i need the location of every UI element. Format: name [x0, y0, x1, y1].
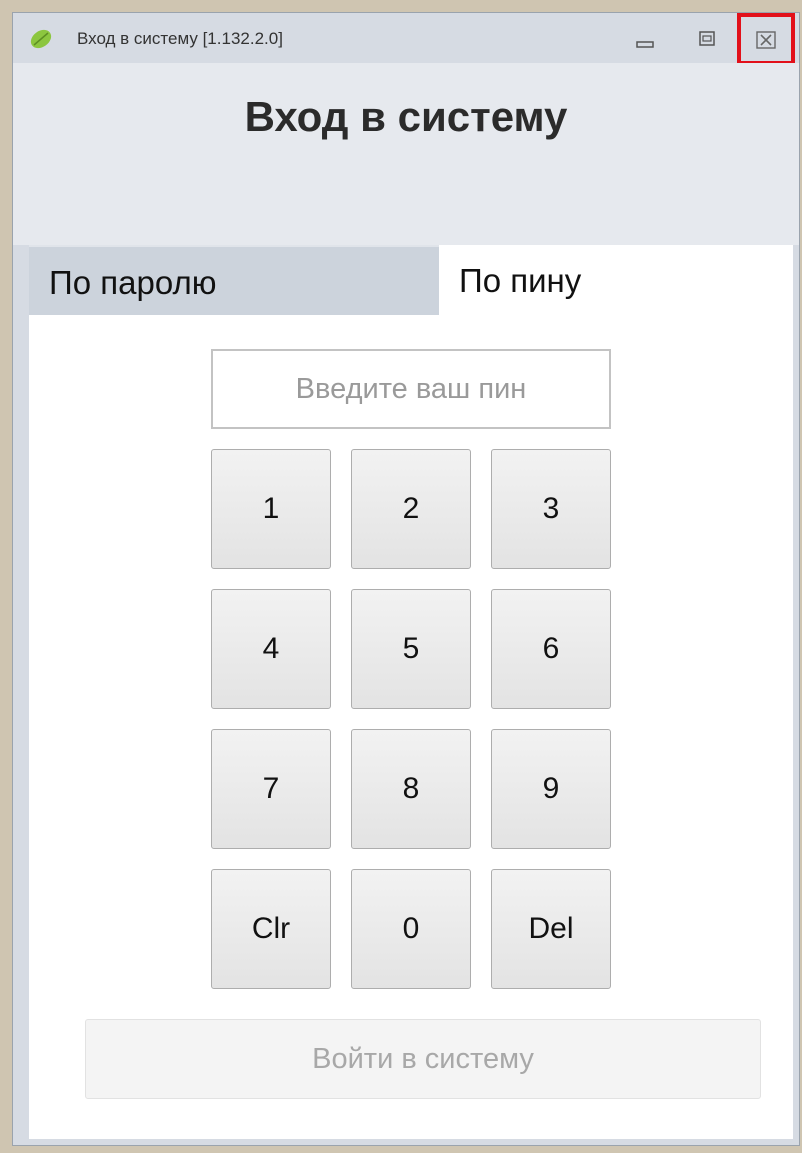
login-method-tabs: По паролю По пину	[29, 245, 793, 315]
app-leaf-icon	[29, 27, 53, 51]
key-5-button[interactable]: 5	[351, 589, 471, 709]
key-9-button[interactable]: 9	[491, 729, 611, 849]
key-2-button[interactable]: 2	[351, 449, 471, 569]
delete-button[interactable]: Del	[491, 869, 611, 989]
key-4-button[interactable]: 4	[211, 589, 331, 709]
key-1-button[interactable]: 1	[211, 449, 331, 569]
window-title: Вход в систему [1.132.2.0]	[77, 29, 283, 48]
close-icon[interactable]	[737, 13, 795, 65]
login-header: Вход в систему	[13, 63, 799, 245]
login-button[interactable]: Войти в систему	[85, 1019, 761, 1099]
login-window: Вход в систему [1.132.2.0] Вход в систем…	[12, 12, 800, 1146]
key-8-button[interactable]: 8	[351, 729, 471, 849]
key-7-button[interactable]: 7	[211, 729, 331, 849]
maximize-icon[interactable]	[693, 25, 721, 53]
key-0-button[interactable]: 0	[351, 869, 471, 989]
key-6-button[interactable]: 6	[491, 589, 611, 709]
pin-panel: 1 2 3 4 5 6 7 8 9 Clr 0 Del Войти в сист…	[29, 315, 793, 1139]
title-bar[interactable]: Вход в систему [1.132.2.0]	[13, 13, 799, 65]
page-title: Вход в систему	[244, 93, 568, 140]
tab-pin[interactable]: По пину	[439, 245, 793, 315]
clear-button[interactable]: Clr	[211, 869, 331, 989]
key-3-button[interactable]: 3	[491, 449, 611, 569]
pin-input[interactable]	[211, 349, 611, 429]
tab-password[interactable]: По паролю	[29, 245, 439, 315]
minimize-icon[interactable]	[631, 25, 659, 53]
